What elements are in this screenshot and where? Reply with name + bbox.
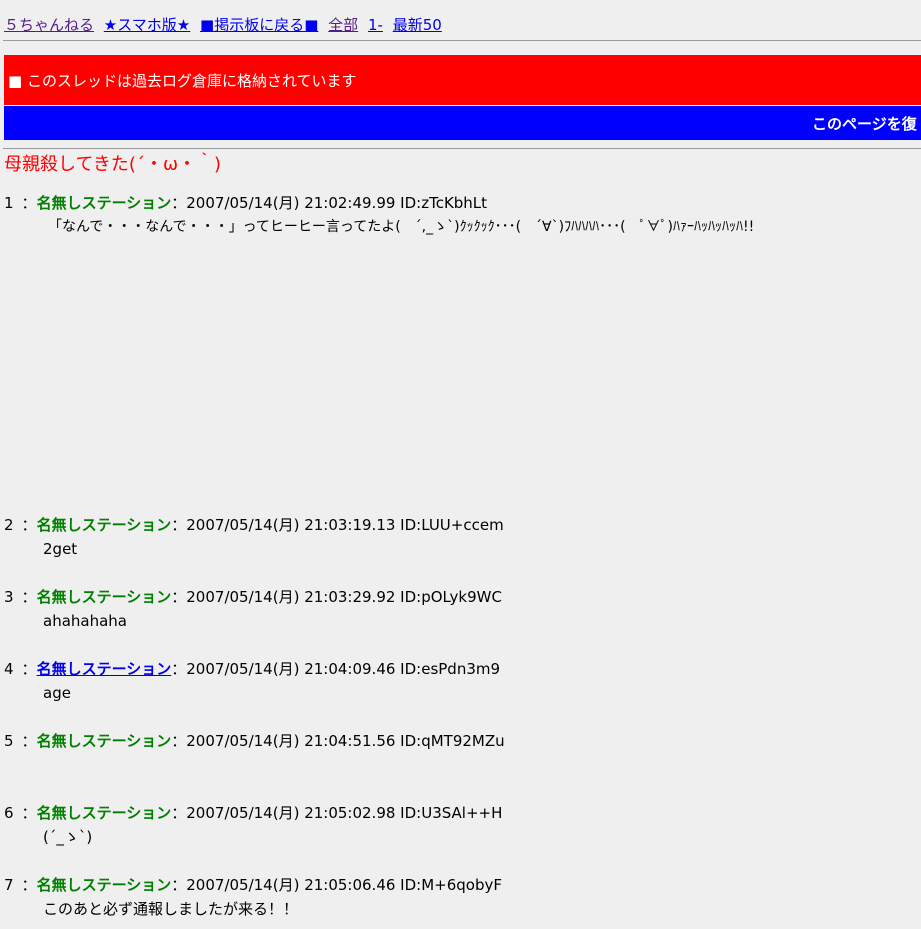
post-number[interactable]: 7 — [4, 876, 14, 894]
post: 6 ：名無しステーション：2007/05/14(月) 21:05:02.98 ID… — [4, 803, 502, 847]
thread-title: 母親殺してきた(´・ω・｀) — [4, 154, 222, 175]
post-meta: ：2007/05/14(月) 21:04:09.46 ID:esPdn3m9 — [171, 660, 501, 678]
post-number[interactable]: 1 — [4, 194, 14, 212]
poster-name-link[interactable]: 名無しステーション — [37, 660, 172, 678]
post-separator: ： — [21, 732, 37, 750]
poster-name: 名無しステーション — [36, 732, 172, 750]
nav-link-latest-50[interactable]: 最新50 — [393, 16, 442, 34]
restore-banner-text[interactable]: このページを復 — [812, 113, 917, 134]
post: 3 ：名無しステーション：2007/05/14(月) 21:03:29.92 ID… — [4, 587, 502, 631]
archived-banner-text: ■ このスレッドは過去ログ倉庫に格納されています — [8, 71, 357, 90]
post-separator: ： — [21, 194, 37, 212]
post-header: 5 ：名無しステーション：2007/05/14(月) 21:04:51.56 ID… — [4, 731, 505, 751]
divider-top — [3, 40, 921, 41]
post-header: 7 ：名無しステーション：2007/05/14(月) 21:05:06.46 ID… — [4, 875, 502, 895]
post-header: 4 ：名無しステーション：2007/05/14(月) 21:04:09.46 ID… — [4, 659, 500, 679]
post-header: 1 ：名無しステーション：2007/05/14(月) 21:02:49.99 ID… — [4, 193, 754, 213]
post-meta: ：2007/05/14(月) 21:03:19.13 ID:LUU+ccem — [171, 516, 504, 534]
post: 5 ：名無しステーション：2007/05/14(月) 21:04:51.56 ID… — [4, 731, 505, 755]
post-separator: ： — [21, 588, 37, 606]
top-nav: ５ちゃんねる ★スマホ版★ ■掲示板に戻る■ 全部 1- 最新50 — [4, 14, 447, 35]
post-header: 2 ：名無しステーション：2007/05/14(月) 21:03:19.13 ID… — [4, 515, 504, 535]
post-body: このあと必ず通報しましたが来る！！ — [43, 900, 299, 918]
post: 1 ：名無しステーション：2007/05/14(月) 21:02:49.99 ID… — [4, 193, 754, 237]
post: 7 ：名無しステーション：2007/05/14(月) 21:05:06.46 ID… — [4, 875, 502, 919]
nav-link-first[interactable]: 1- — [368, 16, 383, 34]
poster-name: 名無しステーション — [36, 804, 172, 822]
poster-name: 名無しステーション — [36, 516, 172, 534]
nav-link-back-to-board[interactable]: ■掲示板に戻る■ — [200, 16, 318, 34]
post: 2 ：名無しステーション：2007/05/14(月) 21:03:19.13 ID… — [4, 515, 504, 559]
post-body: 2get — [43, 540, 78, 558]
nav-link-5ch-home[interactable]: ５ちゃんねる — [4, 16, 94, 34]
post-header: 3 ：名無しステーション：2007/05/14(月) 21:03:29.92 ID… — [4, 587, 502, 607]
post-meta: ：2007/05/14(月) 21:05:06.46 ID:M+6qobyF — [171, 876, 502, 894]
nav-link-smartphone[interactable]: ★スマホ版★ — [104, 16, 190, 34]
poster-name: 名無しステーション — [36, 194, 172, 212]
post-meta: ：2007/05/14(月) 21:04:51.56 ID:qMT92MZu — [171, 732, 505, 750]
divider-bottom — [3, 148, 921, 149]
poster-name: 名無しステーション — [36, 876, 172, 894]
post-body: 「なんで・・・なんで・・・」ってヒーヒー言ってたよ( ´,_ゝ`)ｸｯｸｯｸ･･… — [48, 219, 755, 235]
post-number[interactable]: 5 — [4, 732, 14, 750]
post-separator: ： — [21, 804, 37, 822]
post-number[interactable]: 6 — [4, 804, 14, 822]
post-meta: ：2007/05/14(月) 21:03:29.92 ID:pOLyk9WC — [171, 588, 502, 606]
post-number[interactable]: 3 — [4, 588, 14, 606]
post-meta: ：2007/05/14(月) 21:02:49.99 ID:zTcKbhLt — [171, 194, 488, 212]
post-body: ahahahaha — [43, 612, 127, 630]
nav-link-all[interactable]: 全部 — [328, 16, 358, 34]
post-separator: ： — [21, 660, 37, 678]
post-number[interactable]: 4 — [4, 660, 14, 678]
post-separator: ： — [21, 876, 37, 894]
post-separator: ： — [21, 516, 37, 534]
poster-name: 名無しステーション — [36, 588, 172, 606]
post-meta: ：2007/05/14(月) 21:05:02.98 ID:U3SAl++H — [171, 804, 503, 822]
post-header: 6 ：名無しステーション：2007/05/14(月) 21:05:02.98 ID… — [4, 803, 502, 823]
post-number[interactable]: 2 — [4, 516, 14, 534]
post-body: age — [43, 684, 71, 702]
archived-banner: ■ このスレッドは過去ログ倉庫に格納されています — [4, 55, 921, 105]
post: 4 ：名無しステーション：2007/05/14(月) 21:04:09.46 ID… — [4, 659, 500, 703]
restore-banner[interactable]: このページを復 — [4, 106, 921, 140]
post-body: (´_ゝ`) — [43, 828, 93, 846]
